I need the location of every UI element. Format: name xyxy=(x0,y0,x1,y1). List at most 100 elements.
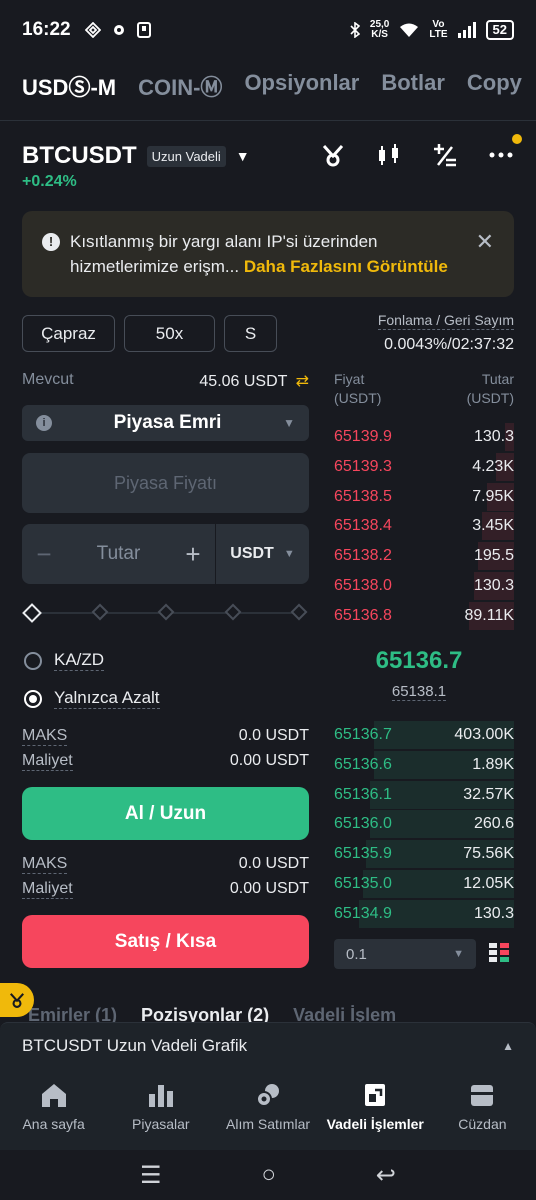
trading-bot-icon[interactable] xyxy=(320,142,346,168)
leverage-button[interactable]: 50x xyxy=(124,315,215,352)
amount-slider[interactable] xyxy=(22,603,309,623)
nav-trade[interactable]: Alım Satımlar xyxy=(214,1068,321,1150)
max-label: MAKS xyxy=(22,727,68,746)
order-amount: 130.3 xyxy=(473,428,514,445)
more-menu[interactable] xyxy=(488,134,522,168)
reduce-only-checkbox[interactable]: Yalnızca Azalt xyxy=(24,688,160,709)
funding-label[interactable]: Fonlama / Geri Sayım xyxy=(377,312,514,330)
close-icon[interactable]: ✕ xyxy=(476,229,494,254)
order-price: 65138.2 xyxy=(334,547,392,565)
order-amount: 260.6 xyxy=(473,815,514,833)
calculator-icon[interactable] xyxy=(432,142,458,168)
mark-price[interactable]: 65138.1 xyxy=(334,683,504,701)
amount-input[interactable]: Tutar xyxy=(66,543,171,565)
bid-row[interactable]: 65135.9 75.56K xyxy=(334,840,514,869)
status-time: 16:22 xyxy=(22,19,71,40)
ask-row[interactable]: 65138.2 195.5 xyxy=(334,542,514,571)
tab-usds-m[interactable]: USDⓈ-M xyxy=(22,70,116,102)
slider-step-50[interactable] xyxy=(157,603,175,621)
nav-futures[interactable]: Vadeli İşlemler xyxy=(322,1068,429,1150)
asset-mode-button[interactable]: S xyxy=(224,315,277,352)
ask-row[interactable]: 65138.0 130.3 xyxy=(334,572,514,600)
bid-row[interactable]: 65136.1 32.57K xyxy=(334,780,514,809)
chart-drawer[interactable]: BTCUSDT Uzun Vadeli Grafik ▲ xyxy=(0,1022,536,1068)
radio-unchecked xyxy=(24,651,42,670)
buy-long-button[interactable]: Al / Uzun xyxy=(22,787,309,840)
order-price: 65138.4 xyxy=(334,517,392,535)
bid-row[interactable]: 65136.7 403.00K xyxy=(334,721,514,749)
restriction-warning-banner: ! Kısıtlanmış bir yargı alanı IP'si üzer… xyxy=(22,211,514,297)
nav-futures-label: Vadeli İşlemler xyxy=(326,1116,424,1132)
nav-markets-label: Piyasalar xyxy=(132,1116,190,1132)
bid-row[interactable]: 65136.6 1.89K xyxy=(334,750,514,779)
view-more-link[interactable]: Daha Fazlasını Görüntüle xyxy=(244,257,448,276)
notification-box-icon xyxy=(136,22,151,38)
amount-unit-select[interactable]: USDT ▼ xyxy=(215,524,309,584)
tab-bots[interactable]: Botlar xyxy=(381,70,445,102)
transfer-icon[interactable]: ⇄ xyxy=(296,373,309,390)
ask-row[interactable]: 65139.9 130.3 xyxy=(334,423,514,451)
max-value: 0.0 USDT xyxy=(238,727,309,744)
tab-copy[interactable]: Copy xyxy=(467,70,522,102)
slider-step-75[interactable] xyxy=(224,603,242,621)
battery-indicator: 52 xyxy=(485,20,514,40)
candlestick-chart-icon[interactable] xyxy=(376,142,402,168)
decrease-button[interactable]: − xyxy=(22,539,66,570)
order-amount: 1.89K xyxy=(472,755,514,773)
cost-value: 0.00 USDT xyxy=(229,880,309,897)
max-label: MAKS xyxy=(22,855,68,874)
chevron-up-icon[interactable]: ▲ xyxy=(502,1039,514,1053)
home-circle-icon[interactable]: ○ xyxy=(261,1161,276,1189)
back-icon[interactable]: ↩ xyxy=(376,1161,396,1190)
caret-down-icon: ▼ xyxy=(453,948,464,960)
info-icon[interactable]: i xyxy=(36,415,52,431)
order-amount: 12.05K xyxy=(463,875,514,892)
order-amount: 4.23K xyxy=(472,457,514,475)
increase-button[interactable]: + xyxy=(171,539,215,570)
amount-column-header: Tutar (USDT) xyxy=(466,371,514,406)
price-field[interactable]: Piyasa Fiyatı xyxy=(22,453,309,513)
bid-row[interactable]: 65134.9 130.3 xyxy=(334,899,514,928)
order-amount: 130.3 xyxy=(473,904,514,922)
radio-checked xyxy=(24,689,42,708)
floating-bot-button[interactable] xyxy=(0,983,34,1017)
nav-home[interactable]: Ana sayfa xyxy=(0,1068,107,1150)
order-type-select[interactable]: i Piyasa Emri ▼ xyxy=(22,405,309,441)
max-value: 0.0 USDT xyxy=(238,855,309,872)
order-price: 65136.8 xyxy=(334,606,392,624)
available-balance: Mevcut 45.06 USDT ⇄ xyxy=(22,371,309,391)
tpsl-checkbox[interactable]: KA/ZD xyxy=(24,650,105,671)
ask-row[interactable]: 65139.3 4.23K xyxy=(334,452,514,481)
order-price: 65136.1 xyxy=(334,785,392,803)
slider-handle[interactable] xyxy=(22,603,42,623)
margin-mode-button[interactable]: Çapraz xyxy=(22,315,115,352)
pair-selector[interactable]: BTCUSDT Uzun Vadeli ▼ xyxy=(22,142,250,170)
trading-bot-icon xyxy=(9,993,25,1008)
ask-row[interactable]: 65138.5 7.95K xyxy=(334,482,514,511)
nav-trade-label: Alım Satımlar xyxy=(226,1116,311,1132)
price-column-header: Fiyat (USDT) xyxy=(334,371,382,406)
order-amount: 130.3 xyxy=(473,577,514,594)
nav-markets[interactable]: Piyasalar xyxy=(107,1068,214,1150)
last-price: 65136.7 xyxy=(375,647,463,674)
slider-step-25[interactable] xyxy=(91,603,109,621)
bid-row[interactable]: 65136.0 260.6 xyxy=(334,810,514,839)
market-type-tabs: USDⓈ-M COIN-Ⓜ Opsiyonlar Botlar Copy xyxy=(22,70,522,102)
tab-coin-m[interactable]: COIN-Ⓜ xyxy=(138,70,222,102)
orderbook-layout-icon[interactable] xyxy=(488,942,510,964)
recents-icon[interactable]: ☰ xyxy=(140,1161,162,1190)
slider-step-100[interactable] xyxy=(290,603,308,621)
wifi-icon xyxy=(400,23,419,37)
sell-short-button[interactable]: Satış / Kısa xyxy=(22,915,309,968)
exclamation-icon: ! xyxy=(42,233,60,251)
tab-options[interactable]: Opsiyonlar xyxy=(244,70,359,102)
bid-row[interactable]: 65135.0 12.05K xyxy=(334,870,514,898)
cost-value: 0.00 USDT xyxy=(229,752,309,769)
nav-wallet[interactable]: Cüzdan xyxy=(429,1068,536,1150)
amount-unit: USDT xyxy=(230,545,274,562)
ask-row[interactable]: 65138.4 3.45K xyxy=(334,512,514,541)
ask-row[interactable]: 65136.8 89.11K xyxy=(334,601,514,630)
bar-chart-icon xyxy=(148,1085,173,1107)
depth-step-select[interactable]: 0.1 ▼ xyxy=(334,939,476,969)
orderbook-header: Fiyat (USDT) Tutar (USDT) xyxy=(334,370,514,408)
